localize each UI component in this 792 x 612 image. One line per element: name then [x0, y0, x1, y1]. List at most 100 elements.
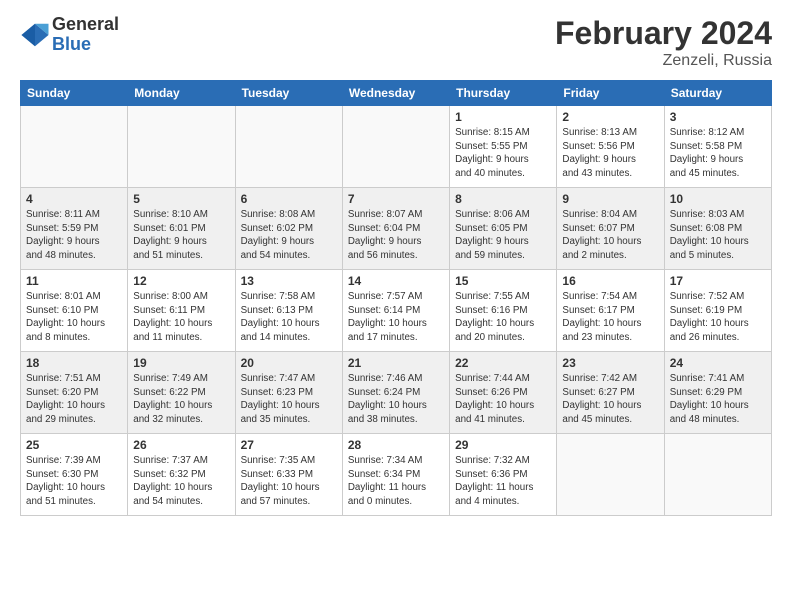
day-info: Sunrise: 7:49 AMSunset: 6:22 PMDaylight:… [133, 372, 229, 427]
day-number: 20 [241, 356, 337, 370]
day-info: Sunrise: 7:47 AMSunset: 6:23 PMDaylight:… [241, 372, 337, 427]
calendar-cell: 13Sunrise: 7:58 AMSunset: 6:13 PMDayligh… [235, 270, 342, 352]
calendar-cell [21, 106, 128, 188]
day-number: 12 [133, 274, 229, 288]
day-info: Sunrise: 7:37 AMSunset: 6:32 PMDaylight:… [133, 454, 229, 509]
calendar-header-thursday: Thursday [450, 81, 557, 106]
calendar-cell: 11Sunrise: 8:01 AMSunset: 6:10 PMDayligh… [21, 270, 128, 352]
month-year: February 2024 [555, 15, 772, 52]
logo-blue: Blue [52, 35, 119, 55]
day-info: Sunrise: 8:03 AMSunset: 6:08 PMDaylight:… [670, 208, 766, 263]
calendar-week-row-3: 11Sunrise: 8:01 AMSunset: 6:10 PMDayligh… [21, 270, 772, 352]
calendar-cell: 9Sunrise: 8:04 AMSunset: 6:07 PMDaylight… [557, 188, 664, 270]
day-number: 24 [670, 356, 766, 370]
calendar-cell: 7Sunrise: 8:07 AMSunset: 6:04 PMDaylight… [342, 188, 449, 270]
calendar-cell: 24 Sunrise: 7:41 AMSunset: 6:29 PMDayligh… [664, 352, 771, 434]
day-number: 4 [26, 192, 122, 206]
calendar-cell: 5 Sunrise: 8:10 AMSunset: 6:01 PMDaylight… [128, 188, 235, 270]
calendar-cell: 22Sunrise: 7:44 AMSunset: 6:26 PMDayligh… [450, 352, 557, 434]
calendar-cell: 8 Sunrise: 8:06 AMSunset: 6:05 PMDaylight… [450, 188, 557, 270]
day-info: Sunrise: 7:57 AMSunset: 6:14 PMDaylight:… [348, 290, 444, 345]
calendar-week-row-2: 4 Sunrise: 8:11 AMSunset: 5:59 PMDaylight… [21, 188, 772, 270]
logo-general: General [52, 15, 119, 35]
calendar-cell: 26 Sunrise: 7:37 AMSunset: 6:32 PMDayligh… [128, 434, 235, 516]
calendar-week-row-4: 18 Sunrise: 7:51 AMSunset: 6:20 PMDayligh… [21, 352, 772, 434]
day-info: Sunrise: 7:35 AMSunset: 6:33 PMDaylight:… [241, 454, 337, 509]
day-info: Sunrise: 7:46 AMSunset: 6:24 PMDaylight:… [348, 372, 444, 427]
calendar-cell: 15 Sunrise: 7:55 AMSunset: 6:16 PMDayligh… [450, 270, 557, 352]
day-info: Sunrise: 8:11 AMSunset: 5:59 PMDaylight:… [26, 208, 122, 263]
day-number: 26 [133, 438, 229, 452]
calendar-cell: 3 Sunrise: 8:12 AMSunset: 5:58 PMDaylight… [664, 106, 771, 188]
calendar-header-saturday: Saturday [664, 81, 771, 106]
calendar-header-wednesday: Wednesday [342, 81, 449, 106]
day-number: 15 [455, 274, 551, 288]
calendar-cell: 6 Sunrise: 8:08 AMSunset: 6:02 PMDaylight… [235, 188, 342, 270]
calendar-cell: 18 Sunrise: 7:51 AMSunset: 6:20 PMDayligh… [21, 352, 128, 434]
calendar-cell: 10 Sunrise: 8:03 AMSunset: 6:08 PMDayligh… [664, 188, 771, 270]
calendar-cell: 28Sunrise: 7:34 AMSunset: 6:34 PMDayligh… [342, 434, 449, 516]
day-info: Sunrise: 8:01 AMSunset: 6:10 PMDaylight:… [26, 290, 122, 345]
calendar-cell: 20 Sunrise: 7:47 AMSunset: 6:23 PMDayligh… [235, 352, 342, 434]
calendar-cell [557, 434, 664, 516]
day-number: 19 [133, 356, 229, 370]
calendar-cell: 17 Sunrise: 7:52 AMSunset: 6:19 PMDayligh… [664, 270, 771, 352]
day-info: Sunrise: 7:55 AMSunset: 6:16 PMDaylight:… [455, 290, 551, 345]
day-info: Sunrise: 7:32 AMSunset: 6:36 PMDaylight:… [455, 454, 551, 509]
day-number: 2 [562, 110, 658, 124]
calendar-cell [342, 106, 449, 188]
day-number: 9 [562, 192, 658, 206]
day-info: Sunrise: 7:41 AMSunset: 6:29 PMDaylight:… [670, 372, 766, 427]
day-number: 25 [26, 438, 122, 452]
location: Zenzeli, Russia [555, 52, 772, 70]
day-info: Sunrise: 8:06 AMSunset: 6:05 PMDaylight:… [455, 208, 551, 263]
day-info: Sunrise: 8:12 AMSunset: 5:58 PMDaylight:… [670, 126, 766, 181]
day-number: 13 [241, 274, 337, 288]
day-number: 23 [562, 356, 658, 370]
day-info: Sunrise: 7:52 AMSunset: 6:19 PMDaylight:… [670, 290, 766, 345]
calendar-cell [128, 106, 235, 188]
calendar-header-monday: Monday [128, 81, 235, 106]
day-number: 7 [348, 192, 444, 206]
day-number: 3 [670, 110, 766, 124]
day-number: 10 [670, 192, 766, 206]
day-number: 17 [670, 274, 766, 288]
day-number: 8 [455, 192, 551, 206]
day-info: Sunrise: 7:44 AMSunset: 6:26 PMDaylight:… [455, 372, 551, 427]
calendar-week-row-1: 1 Sunrise: 8:15 AMSunset: 5:55 PMDaylight… [21, 106, 772, 188]
calendar-header-row: SundayMondayTuesdayWednesdayThursdayFrid… [21, 81, 772, 106]
day-number: 16 [562, 274, 658, 288]
day-info: Sunrise: 8:13 AMSunset: 5:56 PMDaylight:… [562, 126, 658, 181]
day-number: 6 [241, 192, 337, 206]
calendar-cell: 27 Sunrise: 7:35 AMSunset: 6:33 PMDayligh… [235, 434, 342, 516]
day-info: Sunrise: 8:08 AMSunset: 6:02 PMDaylight:… [241, 208, 337, 263]
calendar-header-tuesday: Tuesday [235, 81, 342, 106]
day-number: 29 [455, 438, 551, 452]
calendar-cell: 21Sunrise: 7:46 AMSunset: 6:24 PMDayligh… [342, 352, 449, 434]
calendar-cell: 1 Sunrise: 8:15 AMSunset: 5:55 PMDaylight… [450, 106, 557, 188]
calendar-cell: 25 Sunrise: 7:39 AMSunset: 6:30 PMDayligh… [21, 434, 128, 516]
day-info: Sunrise: 8:10 AMSunset: 6:01 PMDaylight:… [133, 208, 229, 263]
calendar-cell: 12Sunrise: 8:00 AMSunset: 6:11 PMDayligh… [128, 270, 235, 352]
calendar-cell [664, 434, 771, 516]
calendar-header-sunday: Sunday [21, 81, 128, 106]
logo-text: General Blue [52, 15, 119, 55]
day-number: 27 [241, 438, 337, 452]
day-info: Sunrise: 7:39 AMSunset: 6:30 PMDaylight:… [26, 454, 122, 509]
calendar-cell: 4 Sunrise: 8:11 AMSunset: 5:59 PMDaylight… [21, 188, 128, 270]
day-number: 5 [133, 192, 229, 206]
day-number: 18 [26, 356, 122, 370]
day-info: Sunrise: 7:54 AMSunset: 6:17 PMDaylight:… [562, 290, 658, 345]
day-info: Sunrise: 8:15 AMSunset: 5:55 PMDaylight:… [455, 126, 551, 181]
calendar-cell: 14Sunrise: 7:57 AMSunset: 6:14 PMDayligh… [342, 270, 449, 352]
day-info: Sunrise: 7:51 AMSunset: 6:20 PMDaylight:… [26, 372, 122, 427]
calendar-cell: 2 Sunrise: 8:13 AMSunset: 5:56 PMDaylight… [557, 106, 664, 188]
calendar-cell [235, 106, 342, 188]
calendar-cell: 23 Sunrise: 7:42 AMSunset: 6:27 PMDayligh… [557, 352, 664, 434]
day-info: Sunrise: 7:34 AMSunset: 6:34 PMDaylight:… [348, 454, 444, 509]
title-section: February 2024 Zenzeli, Russia [555, 15, 772, 70]
day-number: 1 [455, 110, 551, 124]
calendar-week-row-5: 25 Sunrise: 7:39 AMSunset: 6:30 PMDayligh… [21, 434, 772, 516]
calendar-cell: 16 Sunrise: 7:54 AMSunset: 6:17 PMDayligh… [557, 270, 664, 352]
day-info: Sunrise: 7:42 AMSunset: 6:27 PMDaylight:… [562, 372, 658, 427]
